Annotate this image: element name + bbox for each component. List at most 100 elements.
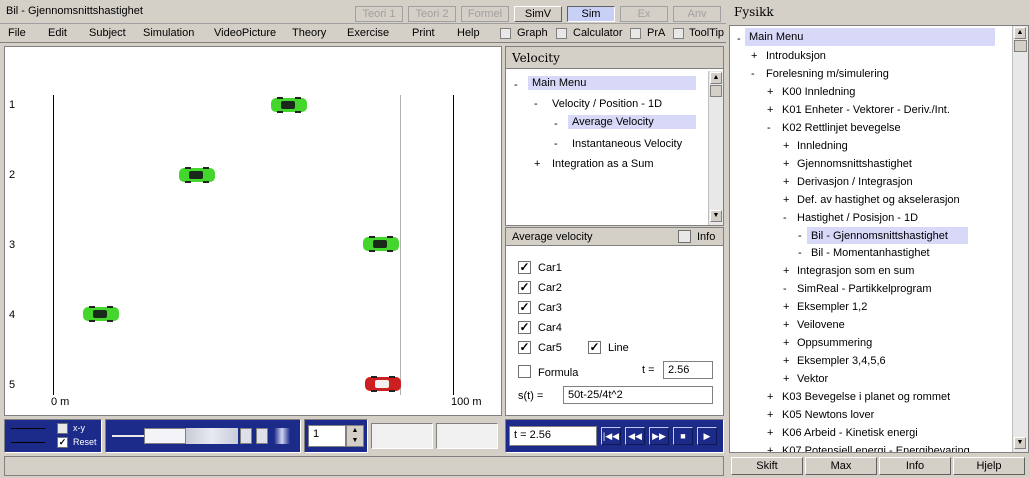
tree-toggle[interactable]: + <box>783 355 789 367</box>
car2-checkbox[interactable]: ✓ <box>518 281 531 294</box>
tree-toggle[interactable]: - <box>737 33 741 45</box>
anv-button[interactable]: Anv <box>673 6 721 22</box>
tree-item-main-menu[interactable]: Main Menu <box>528 76 696 90</box>
gauge-box[interactable] <box>240 428 252 444</box>
tree-item[interactable]: K03 Bevegelse i planet og rommet <box>782 391 950 403</box>
tree-item[interactable]: Veilovene <box>797 319 845 331</box>
tree-toggle[interactable]: - <box>798 247 802 259</box>
tree-item[interactable]: Vektor <box>797 373 828 385</box>
tree-toggle[interactable]: + <box>783 337 789 349</box>
tree-item-selected[interactable]: Bil - Gjennomsnittshastighet <box>807 227 968 244</box>
tree-toggle[interactable]: - <box>514 79 518 91</box>
tree-toggle[interactable]: - <box>783 283 787 295</box>
max-button[interactable]: Max <box>805 457 877 475</box>
tree-toggle[interactable]: - <box>751 68 755 80</box>
calculator-checkbox[interactable] <box>556 28 567 39</box>
tree-toggle[interactable]: + <box>767 391 773 403</box>
tree-toggle[interactable]: + <box>534 158 540 170</box>
tree-toggle[interactable]: + <box>783 176 789 188</box>
tree-item-instantaneous-velocity[interactable]: Instantaneous Velocity <box>572 138 682 150</box>
tree-toggle[interactable]: + <box>767 445 773 452</box>
forward-icon[interactable]: ▶▶ <box>649 427 669 445</box>
menu-subject[interactable]: Subject <box>89 27 126 39</box>
tree-toggle[interactable]: + <box>783 140 789 152</box>
rewind-start-icon[interactable]: |◀◀ <box>601 427 621 445</box>
simulation-canvas[interactable]: 1 2 3 4 5 0 m 100 m <box>4 46 502 416</box>
t-value-field[interactable]: 2.56 <box>663 361 713 379</box>
tree-item[interactable]: Innledning <box>797 140 848 152</box>
tree-toggle[interactable]: + <box>767 86 773 98</box>
tree-item-average-velocity[interactable]: Average Velocity <box>568 115 696 129</box>
tree-item[interactable]: SimReal - Partikkelprogram <box>797 283 931 295</box>
tree-item[interactable]: Forelesning m/simulering <box>766 68 889 80</box>
tree-item[interactable]: Derivasjon / Integrasjon <box>797 176 913 188</box>
tree-item[interactable]: K06 Arbeid - Kinetisk energi <box>782 427 918 439</box>
tree-item[interactable]: Eksempler 3,4,5,6 <box>797 355 886 367</box>
tree-item[interactable]: K05 Newtons lover <box>782 409 874 421</box>
scroll-thumb[interactable] <box>1014 40 1027 52</box>
car5-checkbox[interactable]: ✓ <box>518 341 531 354</box>
tree-item[interactable]: Def. av hastighet og akselerasjon <box>797 194 960 206</box>
tree-item[interactable]: Hastighet / Posisjon - 1D <box>797 212 918 224</box>
tree-toggle[interactable]: + <box>767 104 773 116</box>
scroll-down-icon[interactable]: ▼ <box>1014 437 1026 449</box>
tree-scrollbar[interactable]: ▲ ▼ <box>1012 26 1028 452</box>
tree-toggle[interactable]: - <box>534 98 538 110</box>
formula-checkbox[interactable] <box>518 365 531 378</box>
stop-icon[interactable]: ■ <box>673 427 693 445</box>
menu-theory[interactable]: Theory <box>292 27 326 39</box>
sim-button[interactable]: Sim <box>567 6 615 22</box>
tree-item[interactable]: Oppsummering <box>797 337 872 349</box>
menu-simulation[interactable]: Simulation <box>143 27 194 39</box>
tree-item-velocity-position[interactable]: Velocity / Position - 1D <box>552 98 662 110</box>
tree-toggle[interactable]: + <box>767 409 773 421</box>
tree-toggle[interactable]: - <box>767 122 771 134</box>
menu-file[interactable]: File <box>8 27 26 39</box>
info-button[interactable]: Info <box>879 457 951 475</box>
velocity-scrollbar[interactable]: ▲ ▼ <box>708 71 723 225</box>
scroll-down-icon[interactable]: ▼ <box>710 210 722 222</box>
teori1-button[interactable]: Teori 1 <box>355 6 403 22</box>
car3-checkbox[interactable]: ✓ <box>518 301 531 314</box>
tree-toggle[interactable]: + <box>751 50 757 62</box>
formel-button[interactable]: Formel <box>461 6 509 22</box>
tree-item[interactable]: K07 Potensiell energi - Energibevaring <box>782 445 970 452</box>
gauge-box[interactable] <box>256 428 268 444</box>
tree-toggle[interactable]: - <box>798 230 802 242</box>
s-formula-field[interactable]: 50t-25/4t^2 <box>563 386 713 404</box>
tooltip-checkbox[interactable] <box>673 28 684 39</box>
menu-videopicture[interactable]: VideoPicture <box>214 27 276 39</box>
ex-button[interactable]: Ex <box>620 6 668 22</box>
pra-checkbox[interactable] <box>630 28 641 39</box>
skift-button[interactable]: Skift <box>731 457 803 475</box>
tree-item[interactable]: Gjennomsnittshastighet <box>797 158 912 170</box>
scroll-up-icon[interactable]: ▲ <box>1014 27 1026 39</box>
tree-item[interactable]: K00 Innledning <box>782 86 855 98</box>
speed-field[interactable] <box>144 428 186 444</box>
tree-toggle[interactable]: - <box>783 212 787 224</box>
tree-toggle[interactable]: + <box>783 373 789 385</box>
tree-item[interactable]: K01 Enheter - Vektorer - Deriv./Int. <box>782 104 950 116</box>
car1-checkbox[interactable]: ✓ <box>518 261 531 274</box>
tree-toggle[interactable]: + <box>783 194 789 206</box>
line-checkbox[interactable]: ✓ <box>588 341 601 354</box>
tree-toggle[interactable]: + <box>767 427 773 439</box>
gauge-end[interactable] <box>274 428 290 444</box>
tree-item[interactable]: Introduksjon <box>766 50 826 62</box>
scroll-up-icon[interactable]: ▲ <box>710 72 722 84</box>
step-field[interactable]: 1 <box>308 425 346 447</box>
play-icon[interactable]: ▶ <box>697 427 717 445</box>
tree-item[interactable]: K02 Rettlinjet bevegelse <box>782 122 901 134</box>
tree-item-main-menu[interactable]: Main Menu <box>745 28 995 46</box>
menu-edit[interactable]: Edit <box>48 27 67 39</box>
tree-toggle[interactable]: - <box>554 138 558 150</box>
tree-item-integration[interactable]: Integration as a Sum <box>552 158 654 170</box>
step-spinner[interactable]: ▲ ▼ <box>346 425 364 447</box>
graph-checkbox[interactable] <box>500 28 511 39</box>
car4-checkbox[interactable]: ✓ <box>518 321 531 334</box>
simv-button[interactable]: SimV <box>514 6 562 22</box>
tree-toggle[interactable]: + <box>783 301 789 313</box>
tree-item[interactable]: Eksempler 1,2 <box>797 301 867 313</box>
xy-checkbox[interactable] <box>57 423 68 434</box>
tree-item[interactable]: Bil - Momentanhastighet <box>811 247 930 259</box>
